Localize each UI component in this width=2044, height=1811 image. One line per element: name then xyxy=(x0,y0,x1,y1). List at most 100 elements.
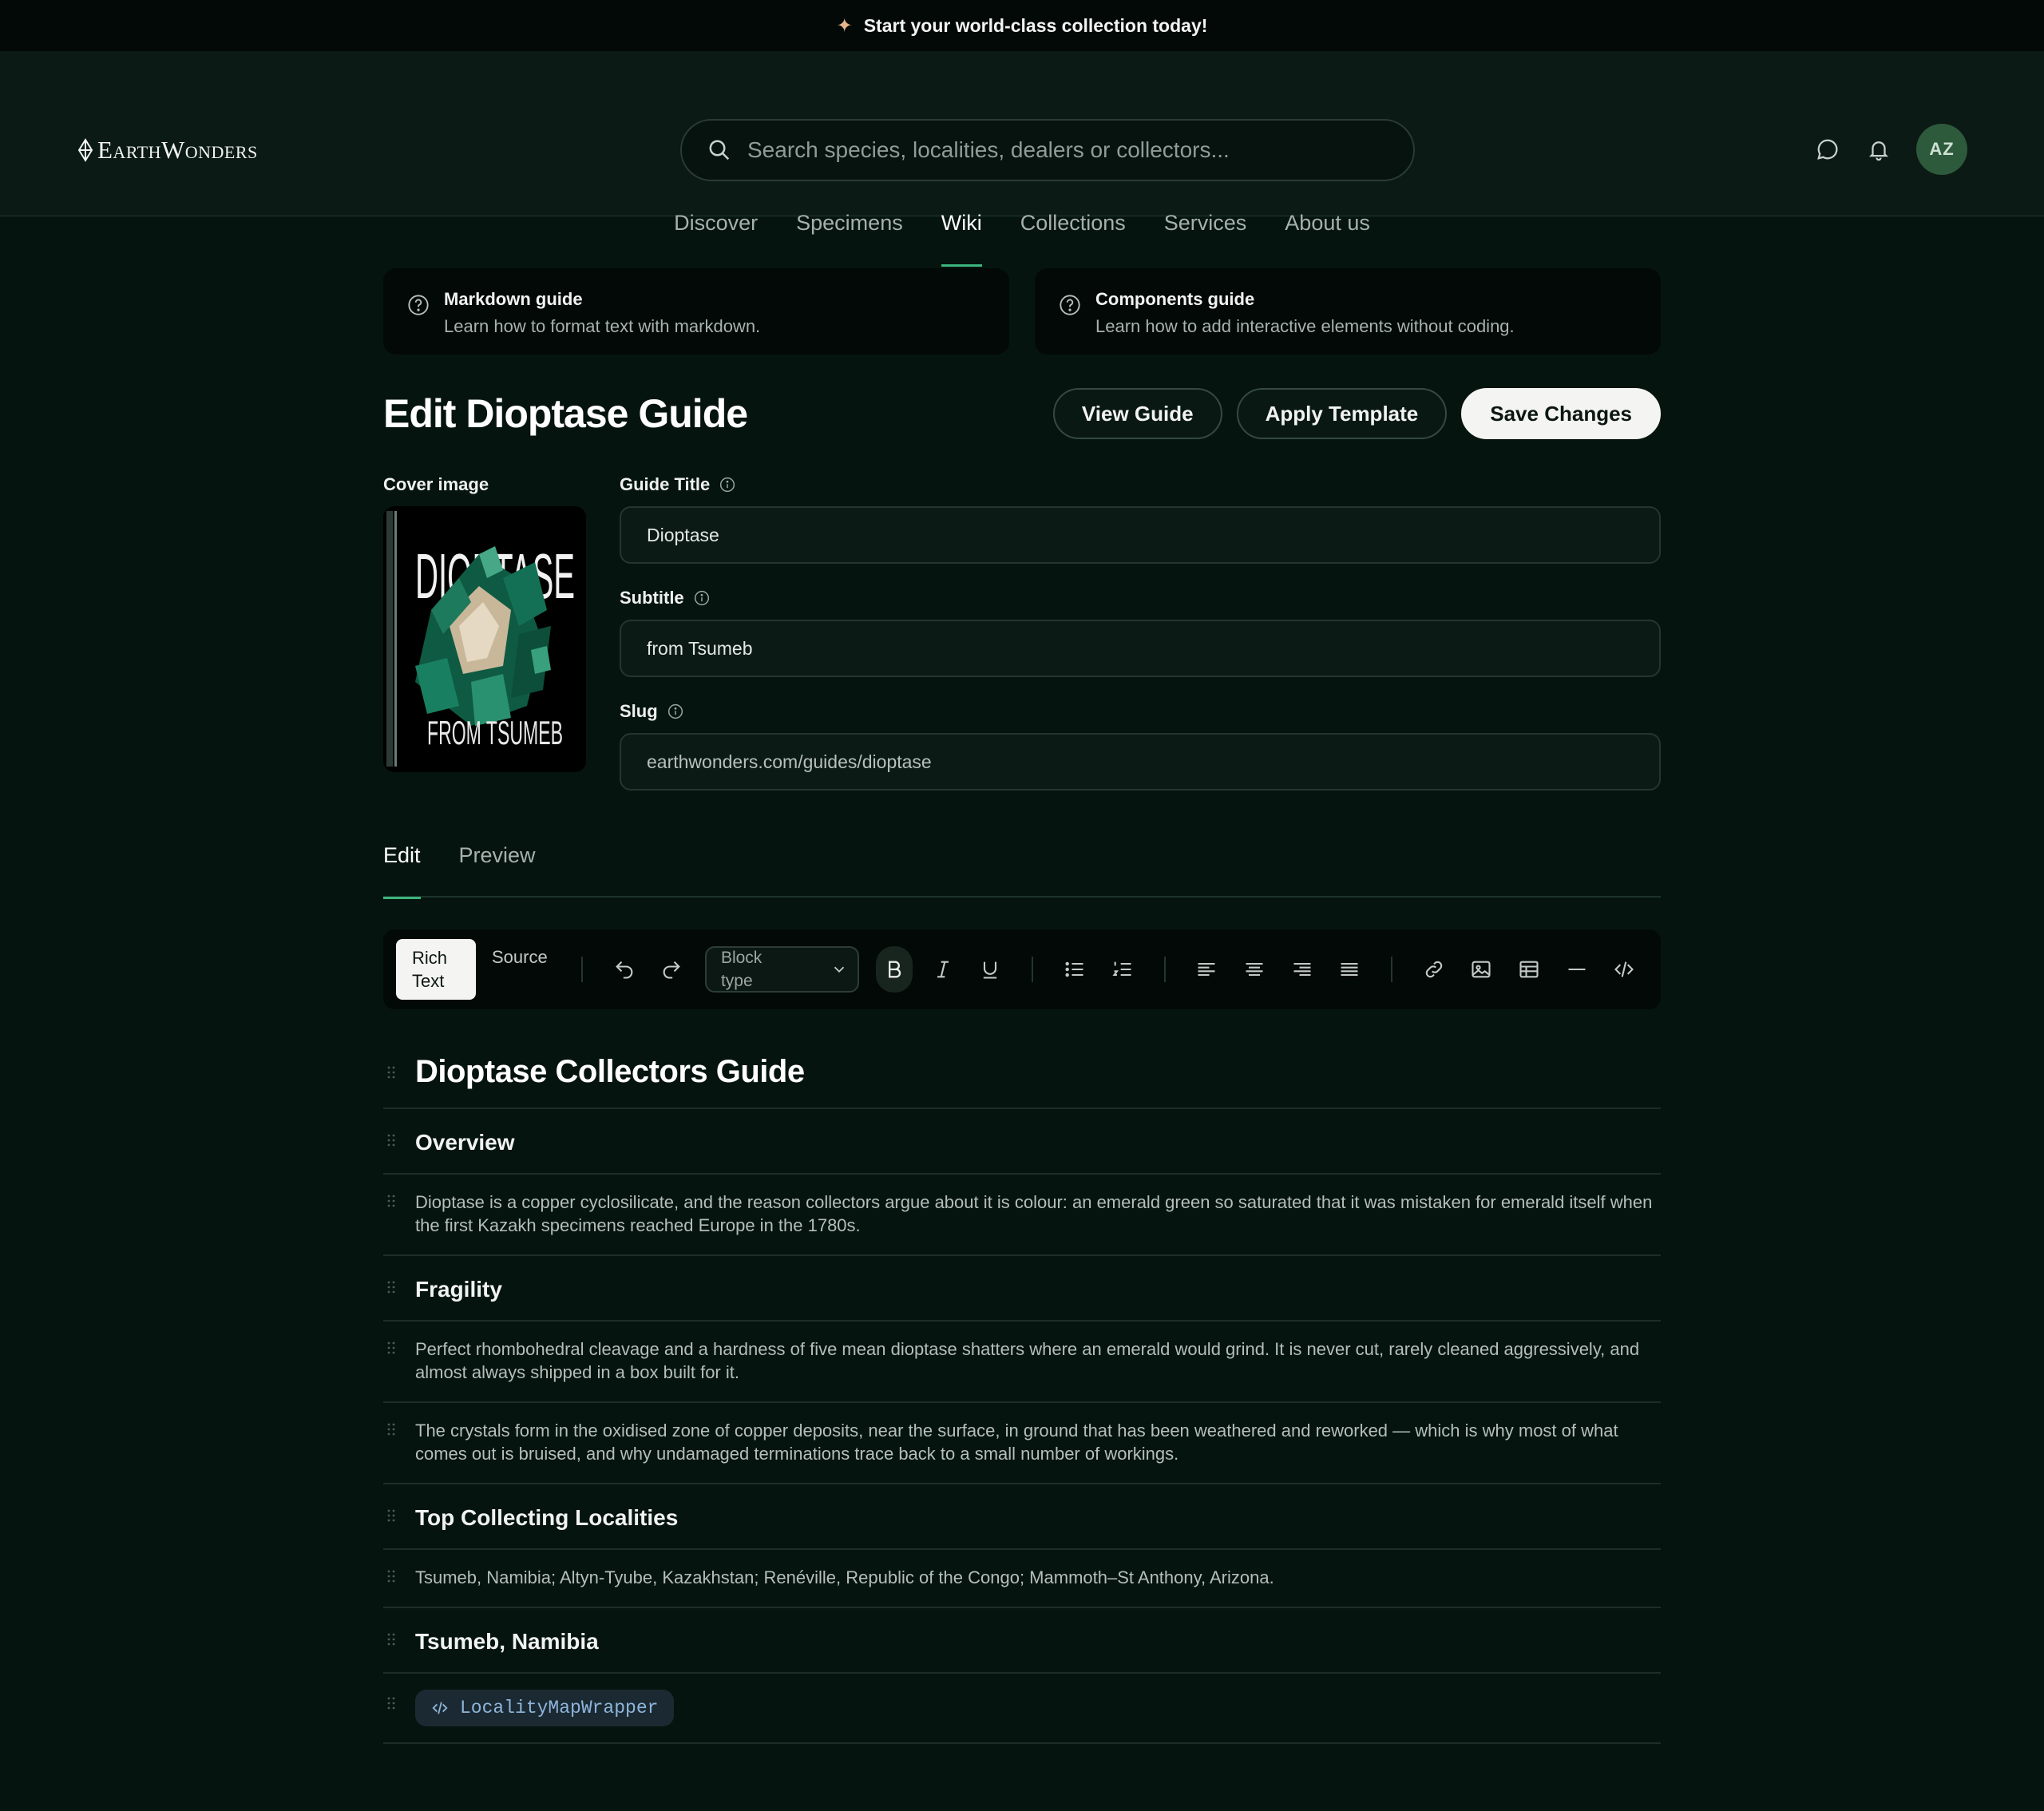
block-paragraph[interactable]: Dioptase is a copper cyclosilicate, and … xyxy=(383,1175,1661,1256)
block-heading-2[interactable]: Overview xyxy=(383,1109,1661,1175)
block-paragraph[interactable]: The crystals form in the oxidised zone o… xyxy=(383,1403,1661,1484)
bullet-list-icon[interactable] xyxy=(1057,952,1092,987)
search-placeholder: Search species, localities, dealers or c… xyxy=(747,137,1230,162)
guide-desc: Learn how to format text with markdown. xyxy=(444,316,761,336)
source-button[interactable]: Source xyxy=(476,939,564,975)
drag-handle-icon[interactable] xyxy=(386,1422,396,1437)
block-component[interactable]: LocalityMapWrapper xyxy=(383,1674,1661,1744)
divider xyxy=(1032,957,1034,982)
numbered-list-icon[interactable] xyxy=(1105,952,1140,987)
drag-handle-icon[interactable] xyxy=(386,1194,396,1208)
avatar-initials: AZ xyxy=(1929,139,1955,159)
svg-text:FROM TSUMEB: FROM TSUMEB xyxy=(427,714,563,751)
drag-handle-icon[interactable] xyxy=(386,1632,396,1647)
align-left-icon[interactable] xyxy=(1190,952,1225,987)
editor-toolbar: Rich Text Source Block type xyxy=(383,929,1661,1009)
drag-handle-icon[interactable] xyxy=(386,1065,396,1080)
image-icon[interactable] xyxy=(1464,952,1499,987)
bell-icon[interactable] xyxy=(1865,136,1892,163)
guide-title-label: Guide Title xyxy=(620,474,1661,495)
block-type-select[interactable]: Block type xyxy=(704,946,859,993)
slug-label: Slug xyxy=(620,701,1661,722)
code-icon[interactable] xyxy=(1606,952,1642,987)
apply-template-button[interactable]: Apply Template xyxy=(1236,388,1448,439)
cover-image-label: Cover image xyxy=(383,474,489,494)
subtitle-input[interactable]: from Tsumeb xyxy=(620,620,1661,677)
guide-desc: Learn how to add interactive elements wi… xyxy=(1095,316,1515,336)
search-input[interactable]: Search species, localities, dealers or c… xyxy=(680,119,1415,181)
announcement-text: Start your world-class collection today! xyxy=(863,14,1208,36)
horizontal-rule-icon[interactable] xyxy=(1559,952,1594,987)
block-text: The crystals form in the oxidised zone o… xyxy=(415,1421,1618,1464)
tab-edit[interactable]: Edit xyxy=(383,843,421,899)
drag-handle-icon[interactable] xyxy=(386,1696,396,1710)
markdown-guide-card[interactable]: Markdown guide Learn how to format text … xyxy=(383,268,1009,355)
logo[interactable]: EarthWonders xyxy=(77,136,258,164)
editor-blocks[interactable]: Dioptase Collectors Guide Overview Diopt… xyxy=(383,1054,1661,1744)
code-icon xyxy=(432,1702,448,1714)
block-heading-1[interactable]: Dioptase Collectors Guide xyxy=(383,1054,1661,1109)
info-icon[interactable] xyxy=(694,590,710,606)
drag-handle-icon[interactable] xyxy=(386,1508,396,1523)
help-circle-icon xyxy=(408,295,429,315)
nav-services[interactable]: Services xyxy=(1164,211,1247,267)
underline-icon[interactable] xyxy=(973,952,1008,987)
block-text: Fragility xyxy=(415,1277,502,1302)
avatar[interactable]: AZ xyxy=(1916,124,1967,175)
drag-handle-icon[interactable] xyxy=(386,1133,396,1147)
component-name: LocalityMapWrapper xyxy=(460,1698,659,1718)
divider xyxy=(1391,957,1392,982)
block-heading-2[interactable]: Top Collecting Localities xyxy=(383,1484,1661,1550)
divider xyxy=(580,957,583,982)
components-guide-card[interactable]: Components guide Learn how to add intera… xyxy=(1035,268,1661,355)
page-title: Edit Dioptase Guide xyxy=(383,391,748,436)
block-text: Tsumeb, Namibia; Altyn-Tyube, Kazakhstan… xyxy=(415,1567,1274,1587)
cover-art: DIOPTASE FROM TSUMEB xyxy=(383,506,586,772)
component-chip[interactable]: LocalityMapWrapper xyxy=(415,1690,675,1726)
drag-handle-icon[interactable] xyxy=(386,1569,396,1583)
chevron-down-icon xyxy=(834,966,844,973)
redo-icon[interactable] xyxy=(654,952,689,987)
guide-title: Markdown guide xyxy=(444,289,583,309)
block-text: Tsumeb, Namibia xyxy=(415,1629,599,1654)
align-center-icon[interactable] xyxy=(1237,952,1272,987)
divider xyxy=(1163,957,1166,982)
block-heading-2[interactable]: Tsumeb, Namibia xyxy=(383,1608,1661,1674)
block-text: Top Collecting Localities xyxy=(415,1505,679,1530)
block-paragraph[interactable]: Tsumeb, Namibia; Altyn-Tyube, Kazakhstan… xyxy=(383,1550,1661,1608)
nav-wiki[interactable]: Wiki xyxy=(941,211,982,267)
tab-preview[interactable]: Preview xyxy=(459,843,536,898)
view-guide-button[interactable]: View Guide xyxy=(1052,388,1222,439)
align-justify-icon[interactable] xyxy=(1332,952,1367,987)
rich-text-button[interactable]: Rich Text xyxy=(396,939,476,1000)
table-icon[interactable] xyxy=(1511,952,1547,987)
info-icon[interactable] xyxy=(719,477,735,493)
save-changes-button[interactable]: Save Changes xyxy=(1461,388,1661,439)
drag-handle-icon[interactable] xyxy=(386,1341,396,1355)
search-icon xyxy=(709,140,730,160)
site-header: EarthWonders Search species, localities,… xyxy=(0,51,2044,267)
block-heading-2[interactable]: Fragility xyxy=(383,1256,1661,1322)
block-text: Dioptase Collectors Guide xyxy=(415,1054,805,1089)
nav-about-us[interactable]: About us xyxy=(1285,211,1370,267)
slug-input[interactable]: earthwonders.com/guides/dioptase xyxy=(620,733,1661,791)
cover-image[interactable]: DIOPTASE FROM TSUMEB xyxy=(383,506,586,772)
italic-icon[interactable] xyxy=(925,952,961,987)
logo-text: EarthWonders xyxy=(97,136,258,164)
main-content: Markdown guide Learn how to format text … xyxy=(383,268,1661,1744)
chat-icon[interactable] xyxy=(1814,136,1841,163)
block-paragraph[interactable]: Perfect rhombohedral cleavage and a hard… xyxy=(383,1322,1661,1403)
announcement-bar: ✦ Start your world-class collection toda… xyxy=(0,0,2044,51)
guide-title-input[interactable]: Dioptase xyxy=(620,506,1661,564)
nav-collections[interactable]: Collections xyxy=(1020,211,1126,267)
link-icon[interactable] xyxy=(1416,952,1452,987)
bold-icon[interactable] xyxy=(876,946,913,993)
drag-handle-icon[interactable] xyxy=(386,1280,396,1294)
nav-discover[interactable]: Discover xyxy=(674,211,758,267)
undo-icon[interactable] xyxy=(607,952,642,987)
sparkle-icon: ✦ xyxy=(836,14,853,37)
align-right-icon[interactable] xyxy=(1285,952,1320,987)
nav-specimens[interactable]: Specimens xyxy=(796,211,903,267)
info-icon[interactable] xyxy=(667,703,683,719)
main-nav: Discover Specimens Wiki Collections Serv… xyxy=(0,211,2044,267)
